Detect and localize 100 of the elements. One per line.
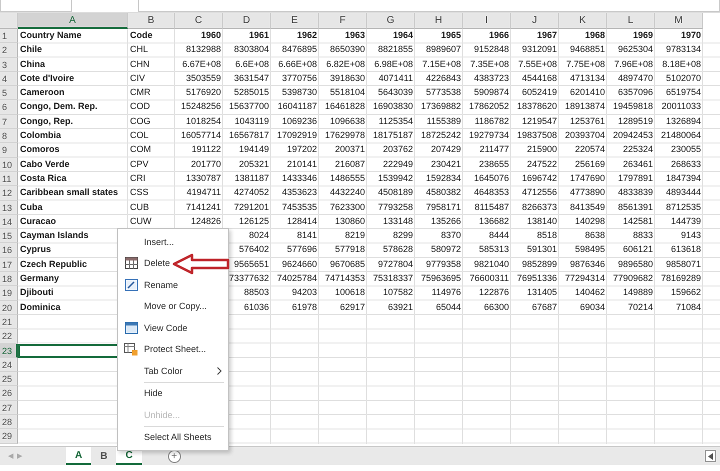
table-cell-text: 1961 (248, 29, 270, 42)
table-cell-text: 8115487 (474, 200, 510, 214)
table-cell-text: 18725242 (420, 129, 462, 142)
table-cell-text: 71084 (674, 300, 702, 314)
row-header[interactable]: 23 (0, 344, 18, 358)
table-cell-text: 613618 (670, 243, 702, 256)
table-cell-text: 114976 (430, 286, 462, 300)
table-cell-text: 20393704 (564, 129, 606, 142)
row-header[interactable]: 7 (0, 114, 18, 130)
table-cell-text: 1797891 (616, 172, 654, 185)
column-header[interactable]: C (175, 13, 223, 29)
table-cell-text: 5176920 (184, 86, 222, 100)
row-header[interactable]: 12 (0, 186, 18, 201)
column-header[interactable]: L (607, 13, 655, 29)
column-header[interactable]: K (559, 13, 607, 29)
table-cell-text: 5285015 (232, 86, 270, 100)
menu-item[interactable]: Select All Sheets (118, 426, 214, 448)
table-cell-text: 5518104 (328, 86, 366, 100)
table-cell-text: 1966 (488, 29, 510, 42)
row-header[interactable]: 9 (0, 143, 18, 158)
table-cell-text: 16057714 (180, 129, 222, 142)
table-cell-text: 1018254 (184, 114, 222, 128)
column-header[interactable]: F (319, 13, 367, 29)
sheet-tab[interactable]: B (91, 447, 116, 465)
scroll-left-icon[interactable] (705, 450, 716, 462)
row-header[interactable]: 1 (0, 29, 18, 44)
menu-item[interactable]: Move or Copy... (118, 296, 209, 317)
table-cell-text: 8413549 (568, 200, 606, 214)
select-all-corner[interactable] (0, 13, 18, 29)
row-header[interactable]: 16 (0, 243, 18, 258)
table-cell-text: 210141 (286, 158, 318, 171)
column-header[interactable]: I (463, 13, 511, 29)
row-header[interactable]: 17 (0, 258, 18, 272)
table-cell-text: 1486555 (328, 172, 366, 185)
row-header[interactable]: 8 (0, 129, 18, 144)
table-cell-text: 1968 (584, 29, 606, 42)
row-header[interactable]: 10 (0, 158, 18, 172)
column-header[interactable]: H (415, 13, 463, 29)
row-header[interactable]: 3 (0, 58, 18, 72)
table-cell-text: 9143 (680, 229, 702, 242)
menu-item[interactable]: View Code (118, 317, 190, 338)
protect-sheet-icon (124, 342, 138, 356)
row-header[interactable]: 22 (0, 329, 18, 344)
row-header[interactable]: 4 (0, 72, 18, 86)
table-cell-text: Congo, Dem. Rep. (19, 100, 99, 114)
row-header[interactable]: 5 (0, 86, 18, 100)
table-cell-text: 122876 (478, 286, 510, 300)
column-header[interactable]: D (223, 13, 271, 29)
formula-bar[interactable] (138, 0, 720, 12)
table-cell-text: 216087 (334, 158, 366, 171)
sheet-tab[interactable]: A (66, 447, 92, 465)
table-cell-text: 200371 (334, 143, 366, 156)
table-cell-text: 9565651 (232, 258, 270, 271)
menu-item[interactable]: Hide (118, 382, 165, 404)
column-header[interactable]: J (511, 13, 559, 29)
menu-item[interactable]: Tab Color (118, 360, 224, 382)
table-cell-text: 4194711 (186, 186, 222, 200)
table-cell-text: 144739 (670, 214, 702, 228)
row-header[interactable]: 14 (0, 214, 18, 230)
table-cell-text: COD (129, 100, 151, 114)
table-cell-text: 20011033 (660, 100, 702, 114)
table-cell-text: CUW (129, 214, 152, 228)
row-header[interactable]: 19 (0, 286, 18, 301)
table-cell-text: 268633 (670, 158, 702, 171)
row-header[interactable]: 6 (0, 100, 18, 115)
row-header[interactable]: 20 (0, 300, 18, 315)
column-header[interactable]: G (367, 13, 415, 29)
table-cell-text: 9896580 (616, 258, 654, 271)
row-header[interactable]: 28 (0, 415, 18, 430)
row-header[interactable]: 26 (0, 386, 18, 401)
column-header[interactable]: A (18, 13, 128, 29)
table-cell-text: 66300 (482, 300, 510, 314)
row-header[interactable]: 2 (0, 43, 18, 58)
row-header[interactable]: 18 (0, 272, 18, 286)
name-box[interactable] (0, 0, 72, 12)
menu-item[interactable]: Delete (118, 252, 172, 274)
table-cell-text: 69034 (578, 300, 606, 314)
row-header[interactable]: 13 (0, 200, 18, 215)
table-cell-text: Cote d'Ivoire (19, 72, 76, 85)
table-cell-text: 76951336 (516, 272, 558, 286)
row-header[interactable]: 24 (0, 358, 18, 372)
row-header[interactable]: 29 (0, 429, 18, 444)
table-cell-text: Cameroon (19, 86, 66, 100)
row-header[interactable]: 25 (0, 372, 18, 386)
column-header[interactable]: E (271, 13, 319, 29)
table-cell-text: 8141 (296, 229, 318, 242)
table-cell-text: 598495 (574, 243, 606, 256)
column-header[interactable]: M (655, 13, 703, 29)
menu-item[interactable]: Protect Sheet... (118, 338, 208, 360)
menu-item[interactable]: Rename (118, 274, 180, 296)
column-header[interactable]: B (128, 13, 175, 29)
table-cell-text: 1096638 (328, 114, 366, 128)
row-header[interactable]: 11 (0, 172, 18, 186)
row-header[interactable]: 21 (0, 314, 18, 330)
row-header[interactable]: 27 (0, 400, 18, 416)
table-cell-text: COM (129, 143, 152, 156)
row-header[interactable]: 15 (0, 229, 18, 244)
table-cell-text: 1970 (680, 29, 702, 42)
table-cell-text: 263461 (622, 158, 654, 171)
menu-item[interactable]: Insert... (118, 231, 176, 252)
